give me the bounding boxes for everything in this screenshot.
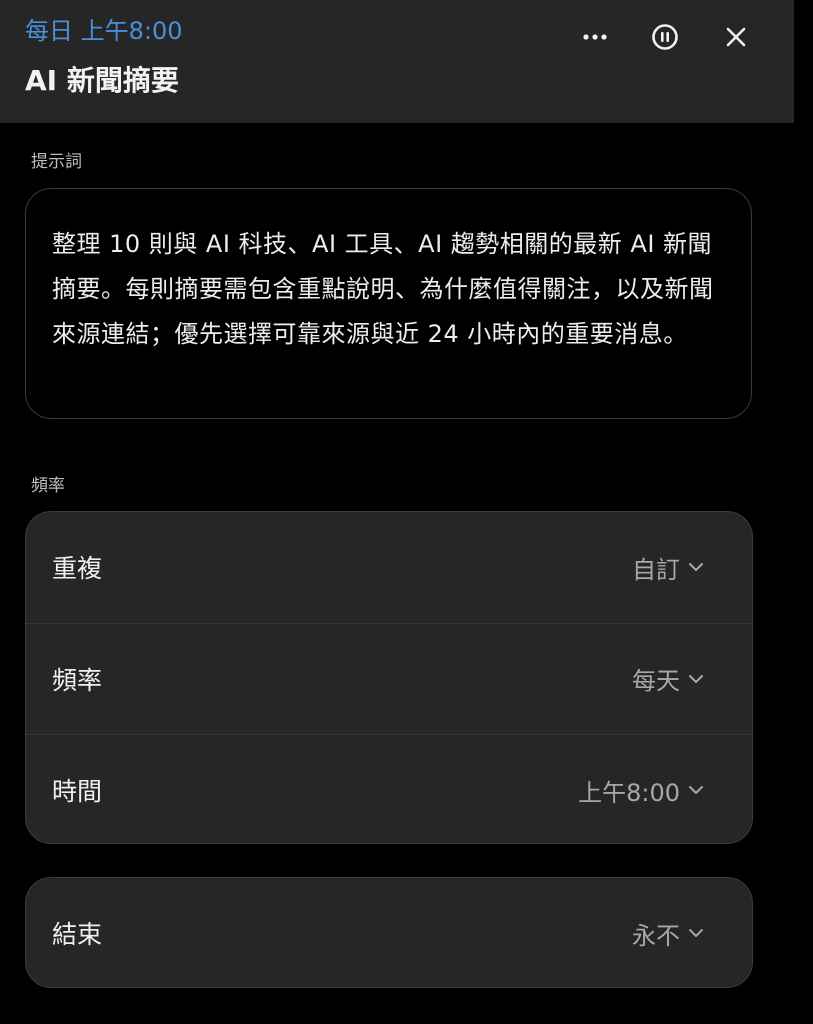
close-icon (725, 26, 747, 48)
frequency-row[interactable]: 頻率 每天 (26, 622, 752, 735)
chevron-down-icon (688, 562, 704, 572)
time-label: 時間 (52, 777, 103, 807)
chevron-down-icon (688, 928, 704, 938)
time-value: 上午8:00 (578, 778, 680, 807)
end-label: 結束 (52, 920, 103, 950)
repeat-row[interactable]: 重複 自訂 (26, 512, 752, 623)
prompt-text: 整理 10 則與 AI 科技、AI 工具、AI 趨勢相關的最新 AI 新聞摘要。… (52, 230, 714, 348)
close-button[interactable] (716, 17, 756, 57)
end-value: 永不 (632, 921, 680, 950)
frequency-dropdown[interactable]: 每天 (632, 661, 704, 696)
task-title: AI 新聞摘要 (25, 64, 179, 97)
repeat-label: 重複 (52, 554, 103, 584)
frequency-value: 每天 (632, 667, 680, 696)
time-dropdown[interactable]: 上午8:00 (578, 773, 704, 808)
chevron-down-icon (688, 785, 704, 795)
time-row[interactable]: 時間 上午8:00 (26, 734, 752, 843)
pause-button[interactable] (645, 17, 685, 57)
frequency-section-label: 頻率 (31, 476, 65, 496)
repeat-dropdown[interactable]: 自訂 (632, 550, 704, 585)
end-card: 結束 永不 (25, 877, 753, 988)
frequency-label: 頻率 (52, 665, 103, 695)
end-row[interactable]: 結束 永不 (26, 878, 752, 987)
chevron-down-icon (688, 674, 704, 684)
prompt-textarea[interactable]: 整理 10 則與 AI 科技、AI 工具、AI 趨勢相關的最新 AI 新聞摘要。… (25, 188, 752, 419)
prompt-section-label: 提示詞 (31, 152, 82, 172)
end-dropdown[interactable]: 永不 (632, 916, 704, 951)
schedule-summary: 每日 上午8:00 (25, 17, 183, 45)
frequency-card: 重複 自訂 頻率 每天 時間 上午8:00 (25, 511, 753, 844)
more-horizontal-icon (582, 33, 608, 41)
more-options-button[interactable] (575, 17, 615, 57)
pause-circle-icon (651, 23, 679, 51)
task-header: 每日 上午8:00 AI 新聞摘要 (0, 0, 794, 123)
repeat-value: 自訂 (632, 555, 680, 584)
